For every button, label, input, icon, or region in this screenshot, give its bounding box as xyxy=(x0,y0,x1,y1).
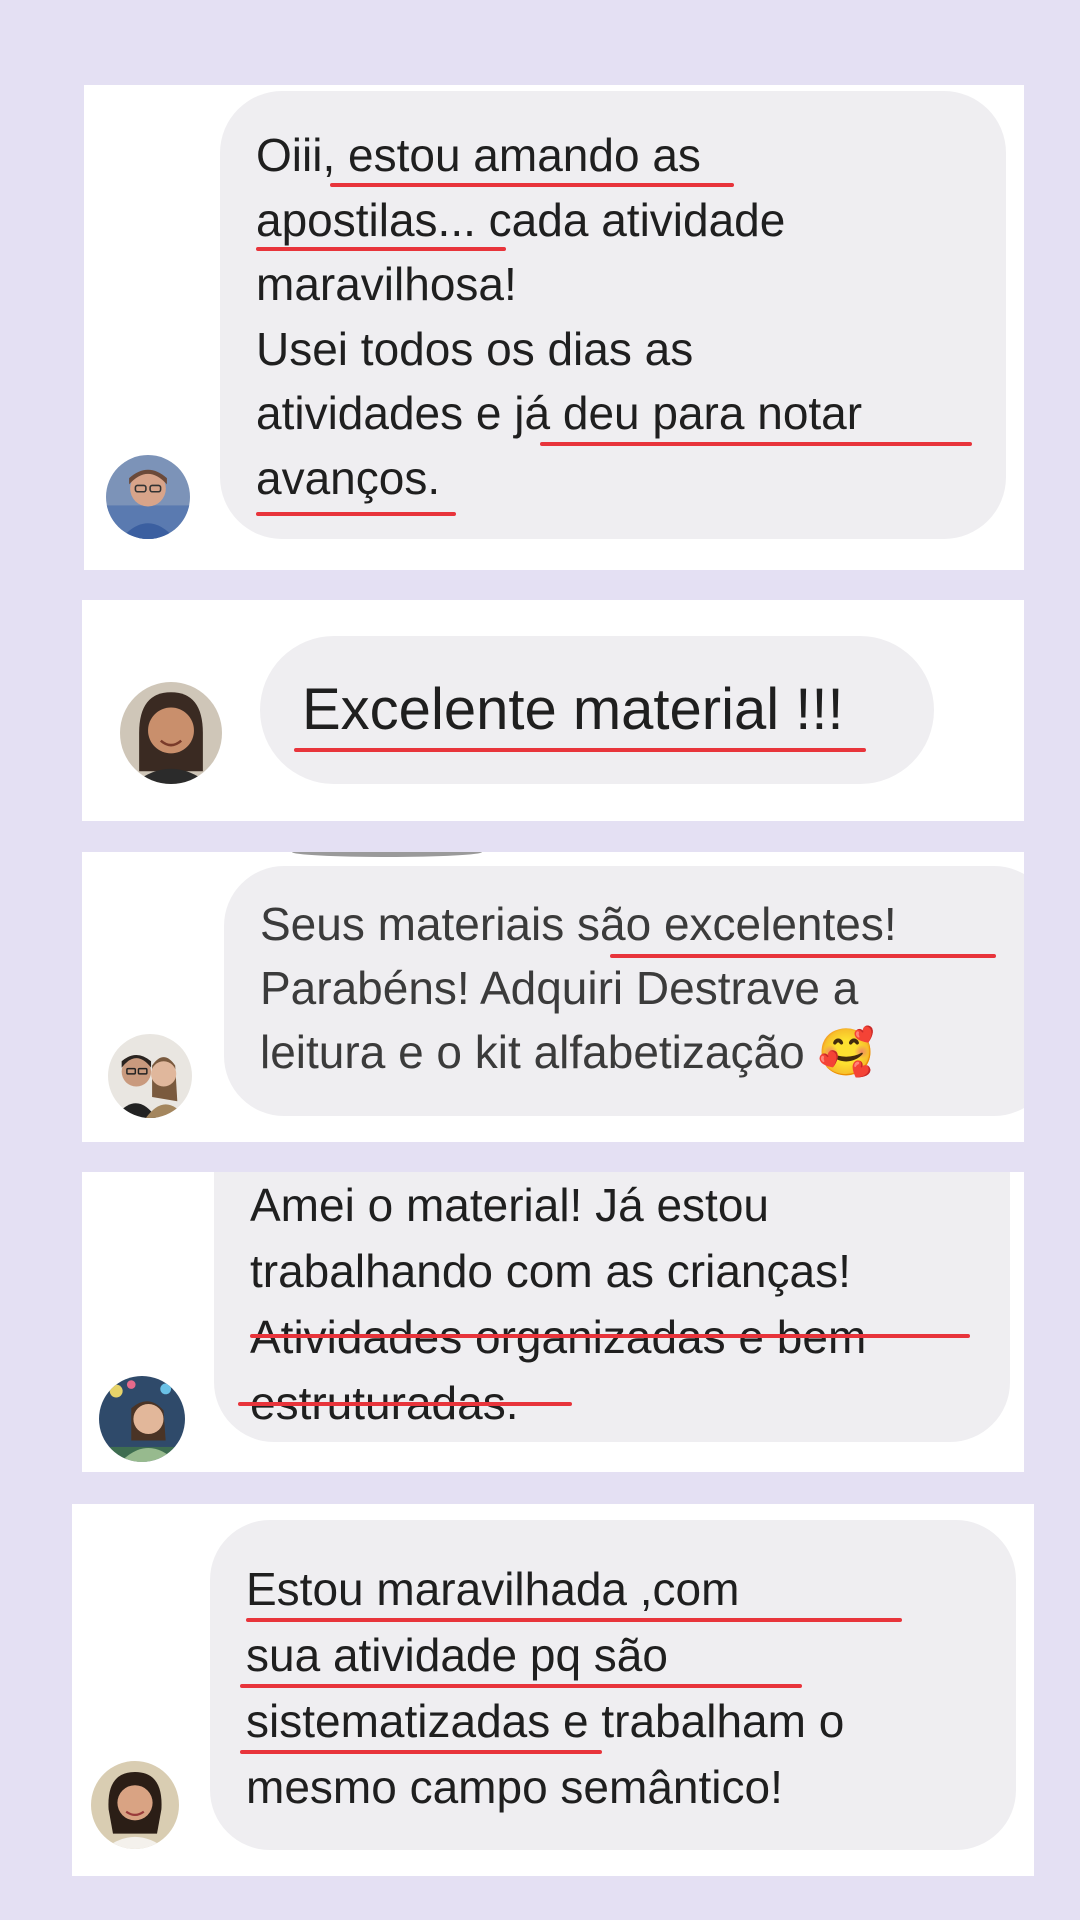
comment-text: Oiii, estou amando as apostilas... cada … xyxy=(256,129,863,504)
avatar-photo-icon xyxy=(108,1034,192,1118)
user-avatar[interactable] xyxy=(120,682,222,784)
highlight-underline xyxy=(238,1402,572,1406)
testimonials-page: { "colors": { "background": "#e4e0f3", "… xyxy=(0,0,1080,1920)
comment-card: Excelente material !!! xyxy=(82,600,1024,821)
comment-bubble: Estou maravilhada ,com sua atividade pq … xyxy=(210,1520,1016,1850)
smiling-face-with-hearts-icon: 🥰 xyxy=(817,1025,875,1079)
comment-bubble: Seus materiais são excelentes! Parabéns!… xyxy=(224,866,1024,1116)
highlight-underline xyxy=(240,1750,602,1754)
user-avatar[interactable] xyxy=(91,1761,179,1849)
highlight-underline xyxy=(330,183,734,187)
comment-card: Seus materiais são excelentes! Parabéns!… xyxy=(82,852,1024,1142)
highlight-underline xyxy=(540,442,972,446)
comment-bubble: Amei o material! Já estou trabalhando co… xyxy=(214,1172,1010,1442)
comment-text-body: Seus materiais são excelentes! Parabéns!… xyxy=(260,898,897,1078)
highlight-underline xyxy=(246,1618,902,1622)
previous-bubble-edge xyxy=(292,852,482,857)
user-avatar[interactable] xyxy=(106,455,190,539)
user-avatar[interactable] xyxy=(99,1376,185,1462)
user-avatar[interactable] xyxy=(108,1034,192,1118)
highlight-underline xyxy=(294,748,866,752)
comment-card: Amei o material! Já estou trabalhando co… xyxy=(82,1172,1024,1472)
comment-text: Excelente material !!! xyxy=(302,677,844,742)
avatar-photo-icon xyxy=(99,1376,185,1462)
highlight-underline xyxy=(240,1684,802,1688)
comment-text: Estou maravilhada ,com sua atividade pq … xyxy=(246,1563,845,1813)
highlight-underline xyxy=(250,1334,970,1338)
comment-bubble: Oiii, estou amando as apostilas... cada … xyxy=(220,91,1006,539)
comment-card: Estou maravilhada ,com sua atividade pq … xyxy=(72,1504,1034,1876)
avatar-photo-icon xyxy=(91,1761,179,1849)
highlight-underline xyxy=(256,247,506,251)
comment-text: Amei o material! Já estou trabalhando co… xyxy=(250,1179,867,1429)
comment-card: Oiii, estou amando as apostilas... cada … xyxy=(84,85,1024,570)
avatar-photo-icon xyxy=(120,682,222,784)
comment-bubble: Excelente material !!! xyxy=(260,636,934,784)
comment-text: Seus materiais são excelentes! Parabéns!… xyxy=(260,892,897,1084)
avatar-photo-icon xyxy=(106,455,190,539)
highlight-underline xyxy=(256,512,456,516)
highlight-underline xyxy=(610,954,996,958)
